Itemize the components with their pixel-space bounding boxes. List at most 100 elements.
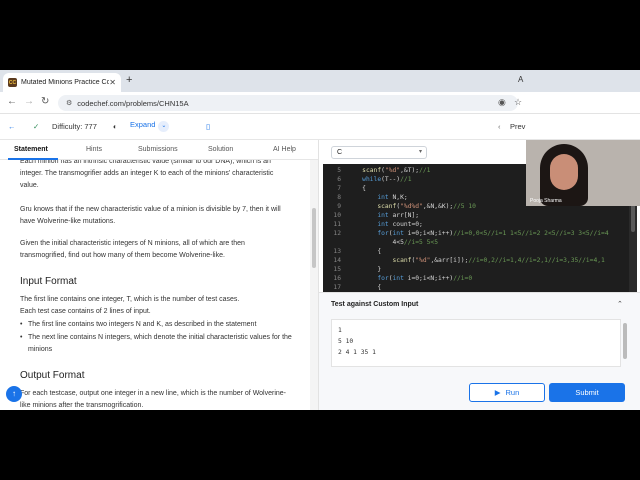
line-number: 6	[337, 176, 341, 183]
statement-para-3: Given the initial characteristic integer…	[20, 240, 245, 259]
code-text: {	[347, 248, 382, 255]
back-arrow-icon[interactable]: ←	[8, 122, 16, 131]
line-number: 12	[333, 230, 341, 237]
code-line[interactable]: 17 {	[323, 283, 629, 292]
line-number: 16	[333, 275, 341, 282]
prev-chevron-icon[interactable]: ‹	[498, 122, 501, 131]
line-number: 9	[337, 203, 341, 210]
url-field[interactable]: ⚙ codechef.com/problems/CHN15A	[58, 95, 518, 111]
line-number: 8	[337, 194, 341, 201]
output-line: For each testcase, output one integer in…	[20, 390, 287, 409]
solved-check-icon: ✓	[33, 122, 40, 131]
custom-input-title: Test against Custom Input	[331, 301, 419, 308]
input-bullet-1: The first line contains two integers N a…	[20, 319, 292, 331]
submit-button[interactable]: Submit	[549, 383, 625, 402]
extension-icon[interactable]: ◉	[498, 97, 506, 108]
custom-input-scrollbar-thumb[interactable]	[623, 323, 627, 359]
tab-hints[interactable]: Hints	[86, 146, 102, 153]
code-text: scanf("%d",&T);//1	[362, 167, 431, 174]
language-select[interactable]: C ▾	[331, 146, 427, 159]
code-text: {	[347, 284, 382, 291]
chevron-down-icon: ▾	[418, 149, 422, 155]
tab-ai-help[interactable]: AI Help	[273, 146, 296, 153]
code-text: scanf("%d%d",&N,&K);//5 10	[377, 203, 476, 210]
collapse-chevron-icon[interactable]: ⌃	[617, 300, 623, 308]
statement-tabs: Statement Hints Submissions Solution AI …	[0, 140, 318, 160]
line-number: 17	[333, 284, 341, 291]
statement-para-2: Gru knows that if the new characteristic…	[20, 206, 281, 225]
difficulty-label: Difficulty: 777	[52, 122, 97, 131]
browser-tab-bar: CC Mutated Minions Practice Codi ✕ + A	[0, 70, 640, 92]
site-info-icon[interactable]: ⚙	[66, 99, 72, 107]
code-text: }	[347, 266, 382, 273]
code-line[interactable]: 10 int arr[N];	[323, 211, 629, 220]
tab-close-icon[interactable]: ✕	[109, 78, 116, 87]
line-number: 13	[333, 248, 341, 255]
code-line[interactable]: 11 int count=0;	[323, 220, 629, 229]
line-number: 14	[333, 257, 341, 264]
forward-icon[interactable]: →	[24, 96, 34, 107]
code-line[interactable]: 16 for(int i=0;i<N;i++)//i=0	[323, 274, 629, 283]
expand-button[interactable]: Expand ⌄	[130, 120, 170, 132]
input-line-2: Each test case contains of 2 lines of in…	[20, 308, 151, 315]
run-play-icon: ▶	[494, 388, 501, 397]
tab-submissions[interactable]: Submissions	[138, 146, 178, 153]
line-number: 15	[333, 266, 341, 273]
code-line[interactable]: 14 scanf("%d",&arr[i]);//i=0,2//i=1,4//i…	[323, 256, 629, 265]
codechef-favicon-icon: CC	[8, 78, 17, 87]
code-text: for(int i=0;i<N;i++)//i=0,0<5//i=1 1<5//…	[377, 230, 609, 237]
input-line-1: The first line contains one integer, T, …	[20, 296, 240, 303]
line-number: 11	[333, 221, 341, 228]
screen: CC Mutated Minions Practice Codi ✕ + A ←…	[0, 70, 640, 410]
code-line[interactable]: 13 {	[323, 247, 629, 256]
code-text: {	[347, 185, 366, 192]
code-text: int arr[N];	[377, 212, 420, 219]
statement-scrollbar[interactable]	[310, 160, 318, 410]
input-bullet-2: The next line contains N integers, which…	[20, 332, 292, 356]
code-text: int count=0;	[377, 221, 423, 228]
line-number: 10	[333, 212, 341, 219]
run-button[interactable]: ▶ Run	[469, 383, 545, 402]
problem-statement: Each minion has an intrinsic characteris…	[0, 160, 310, 410]
code-line[interactable]: 15 }	[323, 265, 629, 274]
code-text: int N,K;	[377, 194, 408, 201]
theme-toggle-icon[interactable]: ◐	[113, 122, 118, 131]
code-text: for(int i=0;i<N;i++)//i=0	[377, 275, 473, 282]
tab-statement[interactable]: Statement	[14, 146, 48, 153]
bookmark-icon[interactable]: ▯	[206, 122, 210, 131]
input-format-heading: Input Format	[20, 276, 77, 287]
expand-label: Expand	[130, 120, 156, 129]
custom-input-field[interactable]: 1 5 10 2 4 1 35 1	[331, 319, 621, 367]
profile-partial-label[interactable]: A	[518, 75, 523, 84]
line-number: 7	[337, 185, 341, 192]
custom-input-scrollbar[interactable]	[622, 319, 628, 367]
back-icon[interactable]: ←	[7, 96, 17, 107]
webcam-overlay: Pooja Sharma	[526, 140, 640, 206]
code-text: scanf("%d",&arr[i]);//i=0,2//i=1,4//i=2,…	[392, 257, 605, 264]
code-line[interactable]: 12 for(int i=0;i<N;i++)//i=0,0<5//i=1 1<…	[323, 229, 629, 238]
address-bar-row: ← → ↻ ⚙ codechef.com/problems/CHN15A ◉ ☆	[0, 92, 640, 114]
code-text: while(T--)//1	[362, 176, 412, 183]
presenter-name: Pooja Sharma	[530, 198, 562, 204]
custom-input-panel: Test against Custom Input ⌃ 1 5 10 2 4 1…	[319, 292, 640, 410]
chevron-down-icon: ⌄	[158, 121, 170, 132]
presenter-face	[550, 154, 578, 190]
browser-tab[interactable]: CC Mutated Minions Practice Codi ✕	[3, 73, 121, 92]
tab-title: Mutated Minions Practice Codi	[21, 79, 110, 86]
reload-icon[interactable]: ↻	[41, 96, 49, 107]
bookmark-star-icon[interactable]: ☆	[514, 97, 522, 108]
line-number: 5	[337, 167, 341, 174]
scroll-up-button[interactable]: ↑	[6, 386, 22, 402]
tab-solution[interactable]: Solution	[208, 146, 233, 153]
code-text: 4<5//i=5 5<5	[347, 239, 438, 246]
language-value: C	[337, 149, 343, 156]
prev-label[interactable]: Prev	[510, 122, 525, 131]
code-line[interactable]: 4<5//i=5 5<5	[323, 238, 629, 247]
run-label: Run	[505, 388, 520, 397]
new-tab-icon[interactable]: +	[126, 74, 132, 86]
statement-intro: Each minion has an intrinsic characteris…	[20, 160, 274, 189]
scrollbar-thumb[interactable]	[312, 208, 316, 268]
url-text: codechef.com/problems/CHN15A	[77, 98, 189, 108]
output-format-heading: Output Format	[20, 370, 85, 381]
problem-header: ← ✓ Difficulty: 777 ◐ Expand ⌄ ▯ ‹ Prev	[0, 114, 640, 140]
